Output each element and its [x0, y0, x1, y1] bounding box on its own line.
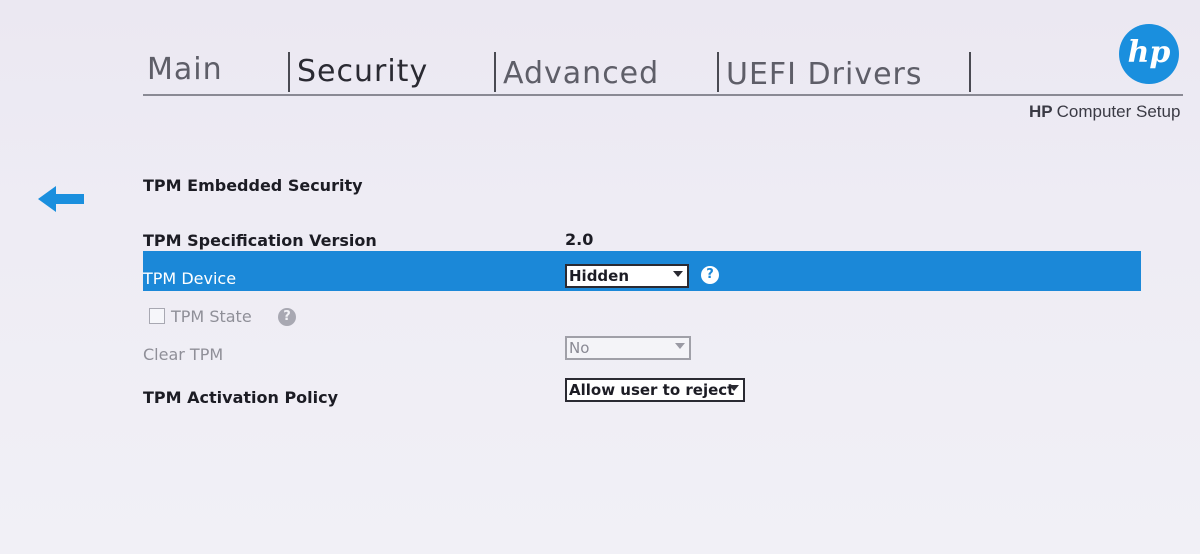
tab-separator [288, 52, 290, 92]
row-tpm-activation-policy: TPM Activation Policy Allow user to reje… [143, 378, 1141, 414]
back-arrow-icon[interactable] [38, 186, 86, 212]
app-title: HP Computer Setup [1029, 102, 1180, 122]
tab-separator [969, 52, 971, 92]
tpm-activation-policy-dropdown[interactable]: Allow user to reject [565, 378, 745, 402]
tpm-spec-version-value: 2.0 [565, 230, 594, 249]
clear-tpm-value: No [569, 339, 590, 357]
clear-tpm-label: Clear TPM [143, 345, 224, 364]
row-tpm-device[interactable]: TPM Device Hidden ? [143, 251, 1141, 291]
tpm-device-label: TPM Device [143, 269, 237, 288]
tab-main[interactable]: Main [147, 52, 223, 87]
tpm-state-checkbox[interactable] [149, 308, 165, 324]
hp-logo: hp [1119, 24, 1179, 84]
chevron-down-icon [673, 271, 683, 277]
tab-separator [494, 52, 496, 92]
clear-tpm-dropdown[interactable]: No [565, 336, 691, 360]
tab-advanced[interactable]: Advanced [503, 56, 659, 91]
row-clear-tpm: Clear TPM No [143, 336, 1141, 372]
tab-bar: Main Security Advanced UEFI Drivers [143, 40, 973, 94]
row-tpm-state: TPM State ? [143, 298, 1141, 334]
tpm-device-dropdown[interactable]: Hidden [565, 264, 689, 288]
tab-underline [143, 94, 1183, 96]
brand-bold: HP [1029, 102, 1053, 121]
help-icon[interactable]: ? [278, 308, 296, 326]
tab-security[interactable]: Security [297, 54, 428, 89]
tpm-state-label: TPM State [171, 307, 252, 326]
section-title: TPM Embedded Security [143, 176, 363, 195]
tpm-spec-version-label: TPM Specification Version [143, 231, 377, 250]
chevron-down-icon [729, 385, 739, 391]
help-icon[interactable]: ? [701, 266, 719, 284]
brand-name: Computer Setup [1056, 102, 1181, 121]
chevron-down-icon [675, 343, 685, 349]
tpm-activation-policy-label: TPM Activation Policy [143, 388, 339, 407]
tpm-activation-policy-value: Allow user to reject [569, 381, 735, 399]
tpm-device-value: Hidden [569, 267, 630, 285]
tab-separator [717, 52, 719, 92]
tab-uefi-drivers[interactable]: UEFI Drivers [726, 57, 923, 92]
